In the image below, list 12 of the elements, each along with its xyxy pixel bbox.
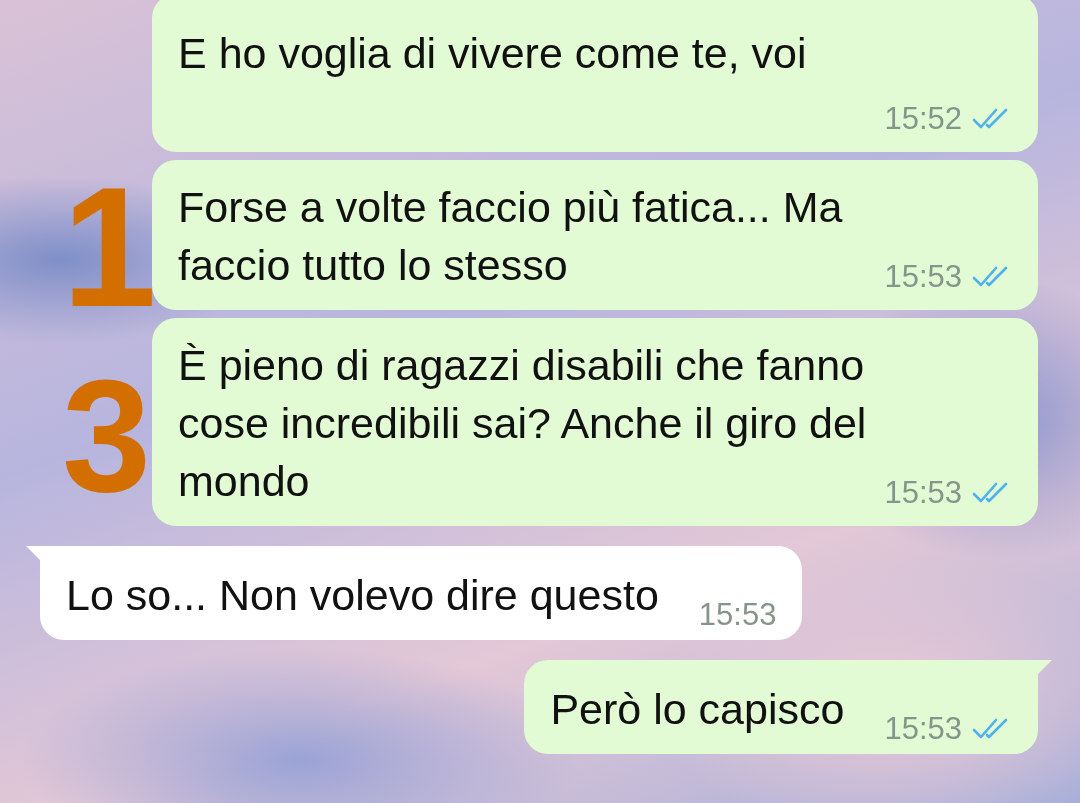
message-time: 15:52 (884, 102, 962, 136)
handwritten-number: 1 (62, 162, 157, 332)
handwritten-number: 3 (62, 356, 151, 516)
message-time: 15:53 (698, 598, 777, 632)
message-text: E ho voglia di vivere come te, voi (178, 28, 808, 79)
message-text: Forse a volte faccio più fatica... Ma faccio tutto lo stesso (178, 182, 844, 291)
message-text: Però lo capisco (550, 684, 845, 735)
message-time: 15:53 (884, 260, 962, 294)
message-text: Lo so... Non volevo dire questo (66, 570, 659, 621)
message-time: 15:53 (884, 476, 962, 510)
message-time: 15:53 (884, 712, 962, 746)
message-text: È pieno di ragazzi disabili che fanno cose incredibili sai? Anche il giro del mondo (178, 340, 868, 507)
